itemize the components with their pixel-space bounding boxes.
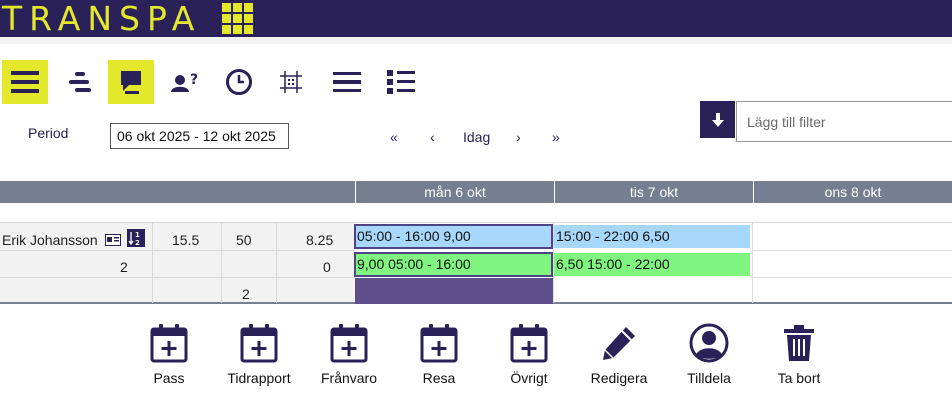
employee-name[interactable]: Erik Johansson bbox=[2, 232, 98, 248]
nav-today-button[interactable]: Idag bbox=[463, 129, 490, 145]
filter-toggle-button[interactable] bbox=[700, 101, 735, 138]
lines-icon bbox=[333, 72, 361, 92]
day-header-mon[interactable]: mån 6 okt bbox=[355, 181, 554, 203]
grid-view-button[interactable] bbox=[268, 60, 314, 104]
calendar-plus-icon bbox=[420, 324, 458, 363]
sort-numeric-icon[interactable]: 12 bbox=[127, 229, 145, 252]
shift-tue-planned[interactable]: 15:00 - 22:00 6,50 bbox=[554, 225, 750, 248]
nav-prev-button[interactable]: ‹ bbox=[430, 129, 435, 145]
calendar-plus-icon bbox=[240, 324, 278, 363]
comment-icon bbox=[121, 71, 141, 94]
day-header-wed[interactable]: ons 8 okt bbox=[753, 181, 952, 203]
arrow-down-icon bbox=[711, 112, 724, 127]
table-grid-icon bbox=[280, 71, 302, 93]
nav-first-button[interactable]: « bbox=[390, 129, 398, 145]
user-question-icon: ? bbox=[171, 72, 198, 92]
shift-mon-planned[interactable]: 05:00 - 16:00 9,00 bbox=[354, 224, 553, 249]
menu-icon bbox=[11, 71, 39, 93]
unassigned-view-button[interactable]: ? bbox=[162, 60, 208, 104]
pass-label: Pass bbox=[153, 370, 185, 386]
employee-row2-count: 2 bbox=[120, 259, 128, 275]
employee-stat-1: 15.5 bbox=[172, 232, 200, 248]
pencil-icon bbox=[603, 327, 635, 360]
app-logo: TRANSPA bbox=[2, 0, 202, 38]
svg-text:2: 2 bbox=[135, 239, 140, 247]
shift-tue-reported[interactable]: 6,50 15:00 - 22:00 bbox=[554, 253, 750, 276]
apps-grid-icon[interactable] bbox=[222, 3, 253, 34]
tidrapport-label: Tidrapport bbox=[227, 370, 291, 386]
pass-button[interactable]: Pass bbox=[124, 322, 214, 386]
resa-button[interactable]: Resa bbox=[394, 322, 484, 386]
id-card-icon[interactable] bbox=[105, 233, 121, 251]
comments-view-button[interactable] bbox=[108, 60, 154, 104]
list-bullets-icon bbox=[387, 70, 415, 94]
app-header: TRANSPA bbox=[0, 0, 952, 37]
employee-row3-count: 2 bbox=[242, 286, 250, 302]
list-view-button[interactable] bbox=[2, 60, 48, 104]
period-label: Period bbox=[28, 125, 69, 141]
selected-day-cell[interactable] bbox=[355, 278, 553, 304]
clock-icon bbox=[226, 69, 252, 95]
resa-label: Resa bbox=[422, 370, 456, 386]
action-bar: Pass Tidrapport Frånvaro Resa Övrigt Red… bbox=[0, 306, 952, 401]
tilldela-label: Tilldela bbox=[687, 370, 731, 386]
trash-icon bbox=[784, 325, 814, 361]
calendar-plus-icon bbox=[330, 324, 368, 363]
svg-text:?: ? bbox=[190, 72, 198, 88]
schedule-grid: 05:00 - 16:00 9,00 9,00 05:00 - 16:00 15… bbox=[354, 222, 952, 304]
franvaro-label: Frånvaro bbox=[320, 370, 378, 386]
nav-next-button[interactable]: › bbox=[516, 129, 521, 145]
svg-text:1: 1 bbox=[135, 231, 140, 239]
ovrigt-label: Övrigt bbox=[510, 370, 548, 386]
redigera-button[interactable]: Redigera bbox=[574, 322, 664, 386]
ta-bort-button[interactable]: Ta bort bbox=[754, 322, 844, 386]
timeline-view-button[interactable] bbox=[56, 60, 102, 104]
day-header-tue[interactable]: tis 7 okt bbox=[554, 181, 753, 203]
detail-list-view-button[interactable] bbox=[378, 60, 424, 104]
schedule-column-header: mån 6 okt tis 7 okt ons 8 okt bbox=[0, 181, 952, 203]
employee-stat-3: 8.25 bbox=[306, 232, 334, 248]
align-lines-icon bbox=[69, 72, 91, 92]
tidrapport-button[interactable]: Tidrapport bbox=[214, 322, 304, 386]
filter-input[interactable] bbox=[736, 101, 952, 142]
ta-bort-label: Ta bort bbox=[777, 370, 821, 386]
employee-row2-total: 0 bbox=[323, 259, 331, 275]
tilldela-button[interactable]: Tilldela bbox=[664, 322, 754, 386]
calendar-plus-icon bbox=[510, 324, 548, 363]
time-view-button[interactable] bbox=[216, 60, 262, 104]
nav-last-button[interactable]: » bbox=[552, 129, 560, 145]
calendar-plus-icon bbox=[150, 324, 188, 363]
shift-mon-reported[interactable]: 9,00 05:00 - 16:00 bbox=[354, 252, 553, 277]
franvaro-button[interactable]: Frånvaro bbox=[304, 322, 394, 386]
user-circle-icon bbox=[689, 323, 729, 363]
ovrigt-button[interactable]: Övrigt bbox=[484, 322, 574, 386]
period-date-input[interactable] bbox=[110, 123, 289, 149]
rows-view-button[interactable] bbox=[324, 60, 370, 104]
header-divider bbox=[0, 37, 952, 44]
employee-stat-2: 50 bbox=[236, 232, 252, 248]
employee-summary: Erik Johansson 12 15.5 50 8.25 2 0 2 bbox=[0, 222, 355, 304]
redigera-label: Redigera bbox=[590, 370, 648, 386]
